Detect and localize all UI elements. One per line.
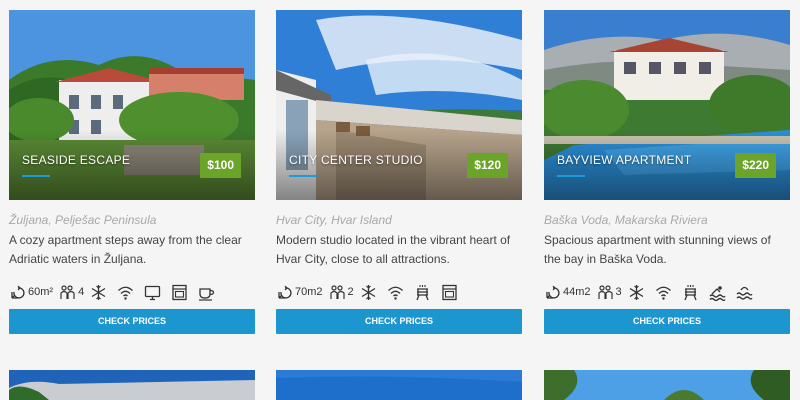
price-badge: $220 [735, 153, 776, 178]
amenities-row: 60m² 4 [9, 283, 215, 301]
property-photo[interactable]: CITY CENTER STUDIO $120 [276, 10, 522, 200]
property-description: A cozy apartment steps away from the cle… [9, 233, 242, 266]
guests-icon [59, 284, 76, 301]
guests-value: 2 [347, 286, 354, 298]
property-photo[interactable]: BAYVIEW APARTMENT $220 [544, 10, 790, 200]
sky-image [276, 370, 522, 400]
property-title[interactable]: SEASIDE ESCAPE [22, 153, 130, 167]
property-title[interactable]: BAYVIEW APARTMENT [557, 153, 691, 167]
price-badge: $120 [467, 153, 508, 178]
air-conditioning-icon [360, 284, 377, 301]
amenities-row: 70m2 2 [276, 283, 458, 301]
property-title[interactable]: CITY CENTER STUDIO [289, 153, 423, 167]
oven-icon [441, 284, 458, 301]
title-underline [22, 175, 50, 177]
mountain-coast-image [9, 370, 255, 400]
property-description: Modern studio located in the vibrant hea… [276, 233, 511, 266]
property-card-bayview-apartment[interactable]: BAYVIEW APARTMENT $220 Baška Voda, Makar… [544, 10, 790, 334]
check-prices-button[interactable]: CHECK PRICES [276, 309, 522, 334]
check-prices-button[interactable]: CHECK PRICES [9, 309, 255, 334]
guests-value: 3 [615, 286, 622, 298]
pool-icon [709, 284, 726, 301]
wifi-icon [655, 284, 672, 301]
price-badge: $100 [200, 153, 241, 178]
area-icon [544, 284, 561, 301]
area-value: 70m2 [295, 286, 323, 298]
property-card-city-center-studio[interactable]: CITY CENTER STUDIO $120 Hvar City, Hvar … [276, 10, 522, 334]
title-underline [289, 175, 317, 177]
tv-icon [144, 284, 161, 301]
title-underline [557, 175, 585, 177]
area-value: 44m2 [563, 286, 591, 298]
area-value: 60m² [28, 286, 54, 298]
property-card-seaside-escape[interactable]: SEASIDE ESCAPE $100 Žuljana, Pelješac Pe… [9, 10, 255, 334]
air-conditioning-icon [628, 284, 645, 301]
property-photo[interactable]: SEASIDE ESCAPE $100 [9, 10, 255, 200]
property-location: Hvar City, Hvar Island [276, 213, 392, 227]
wifi-icon [387, 284, 404, 301]
grill-icon [682, 284, 699, 301]
area-icon [276, 284, 293, 301]
amenities-row: 44m2 3 [544, 283, 753, 301]
grill-icon [414, 284, 431, 301]
oven-icon [171, 284, 188, 301]
property-location: Baška Voda, Makarska Riviera [544, 213, 708, 227]
guests-value: 4 [78, 286, 85, 298]
wifi-icon [117, 284, 134, 301]
area-icon [9, 284, 26, 301]
property-location: Žuljana, Pelješac Peninsula [9, 213, 157, 227]
check-prices-button[interactable]: CHECK PRICES [544, 309, 790, 334]
property-description: Spacious apartment with stunning views o… [544, 233, 771, 266]
property-photo-row2-2[interactable] [276, 370, 522, 400]
coffee-icon [198, 284, 215, 301]
sea-view-icon [736, 284, 753, 301]
guests-icon [329, 284, 346, 301]
property-photo-row2-3[interactable] [544, 370, 790, 400]
garden-image [544, 370, 790, 400]
air-conditioning-icon [90, 284, 107, 301]
property-photo-row2-1[interactable] [9, 370, 255, 400]
guests-icon [597, 284, 614, 301]
